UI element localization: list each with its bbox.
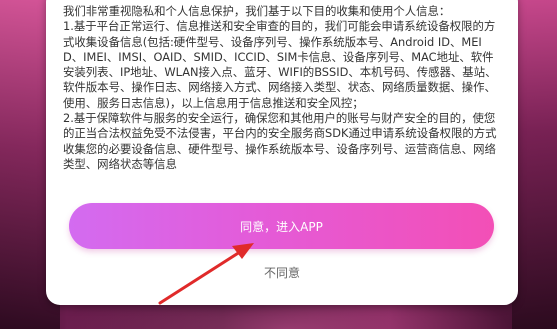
policy-paragraph-intro: 我们非常重视隐私和个人信息保护，我们基于以下目的收集和使用个人信息： bbox=[63, 4, 451, 18]
privacy-policy-text[interactable]: 我们非常重视隐私和个人信息保护，我们基于以下目的收集和使用个人信息： 1.基于平… bbox=[63, 4, 501, 201]
background-image-right bbox=[512, 0, 557, 329]
privacy-dialog: 我们非常重视隐私和个人信息保护，我们基于以下目的收集和使用个人信息： 1.基于平… bbox=[46, 0, 518, 305]
policy-paragraph-1: 1.基于平台正常运行、信息推送和安全审查的目的，我们可能会申请系统设备权限的方式… bbox=[63, 19, 497, 110]
agree-enter-app-button[interactable]: 同意，进入APP bbox=[69, 203, 494, 249]
policy-paragraph-2: 2.基于保障软件与服务的安全运行，确保您和其他用户的账号与财产安全的目的，使您的… bbox=[63, 111, 497, 171]
disagree-button[interactable]: 不同意 bbox=[46, 264, 518, 281]
app-screen: 我们非常重视隐私和个人信息保护，我们基于以下目的收集和使用个人信息： 1.基于平… bbox=[0, 0, 557, 329]
